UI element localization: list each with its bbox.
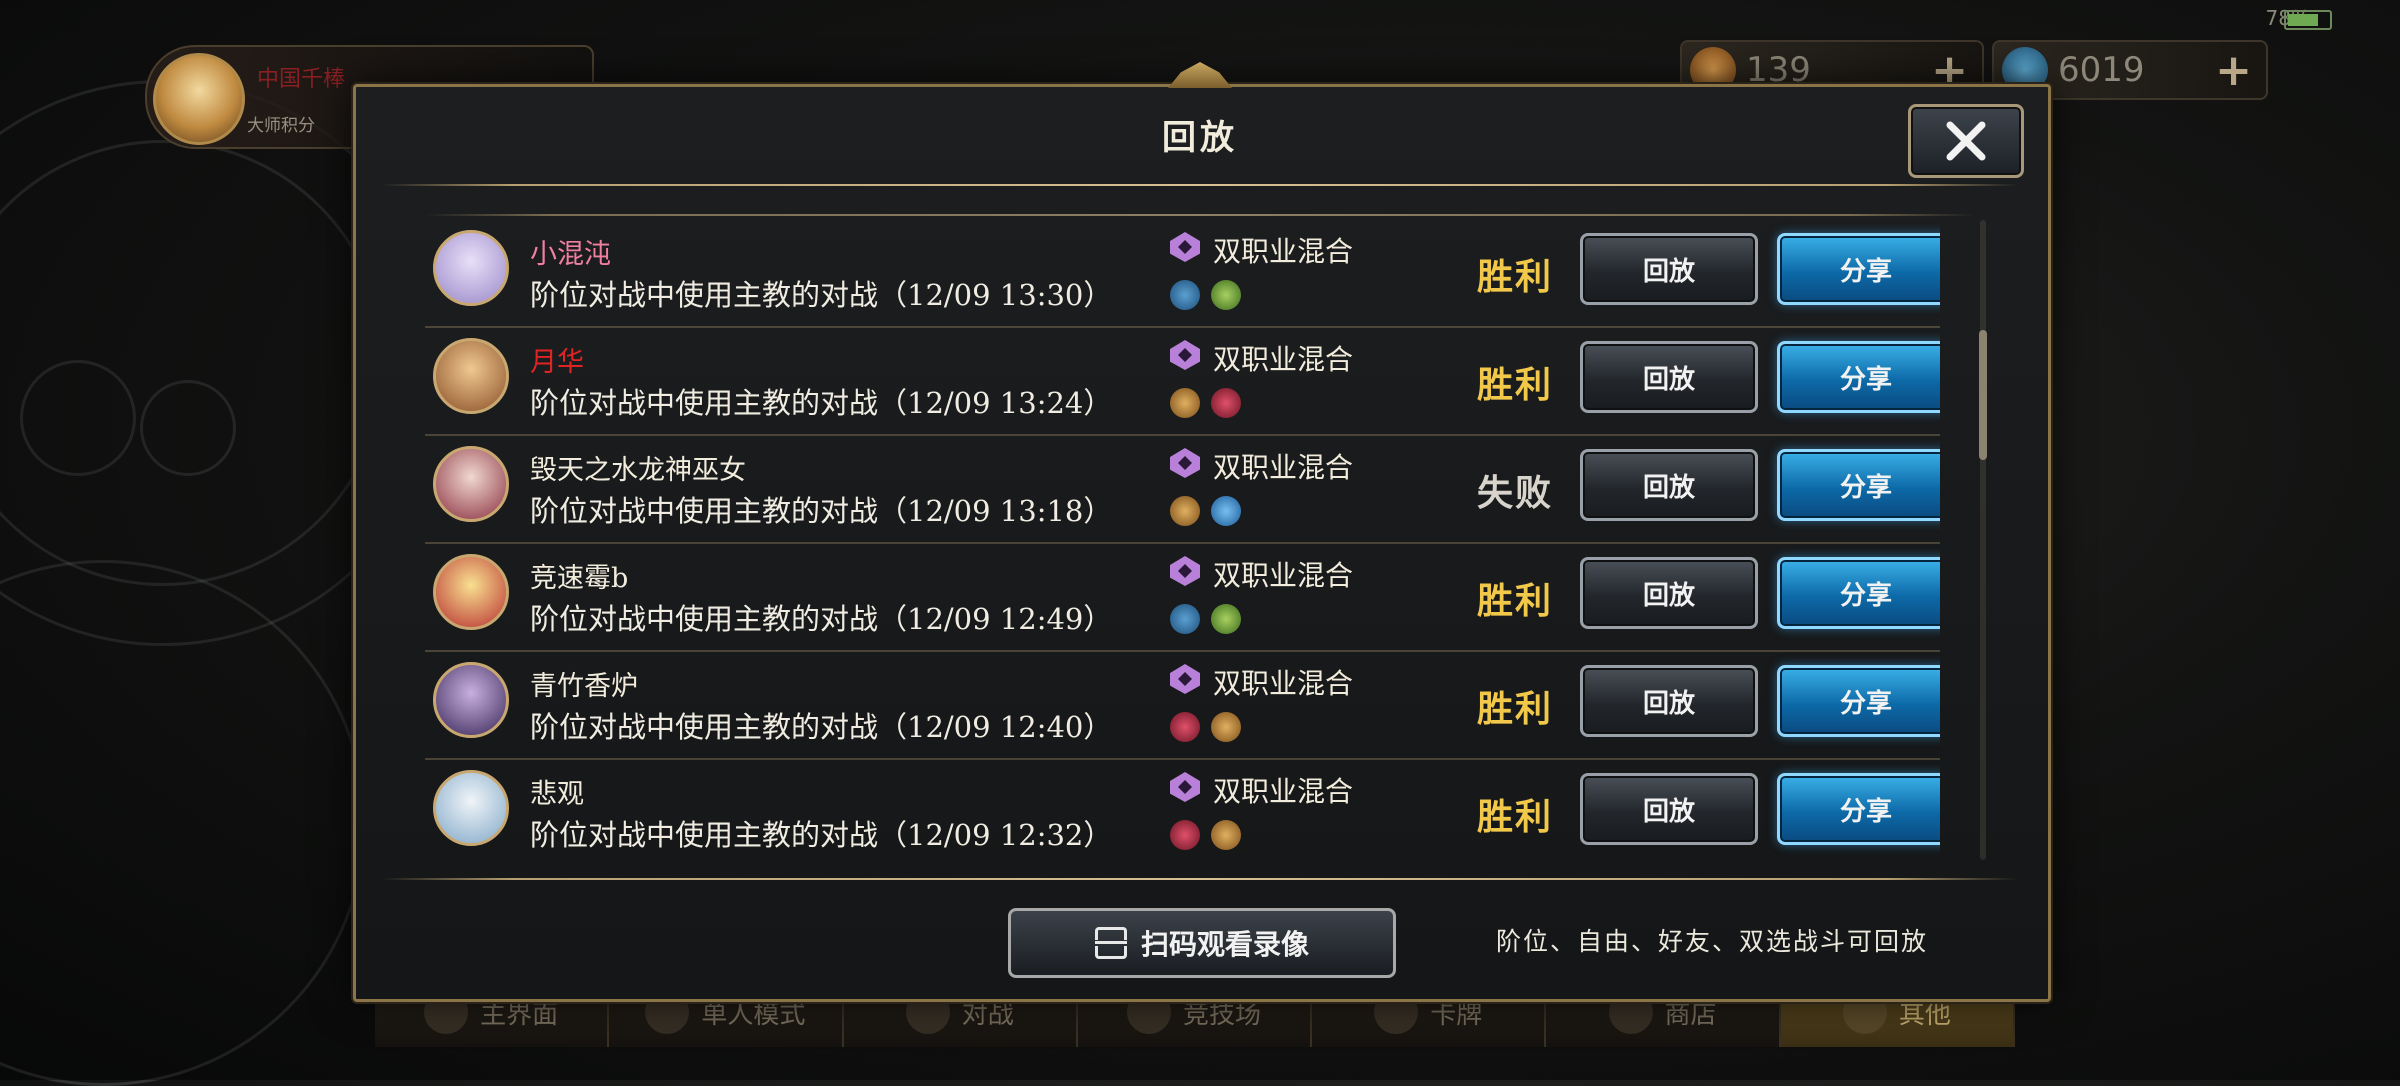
replay-button[interactable]: 回放 xyxy=(1580,233,1758,305)
haven-class-icon xyxy=(1211,496,1241,526)
battery-icon xyxy=(2284,10,2332,30)
share-button[interactable]: 分享 xyxy=(1777,341,1940,413)
scan-qr-replay-button[interactable]: 扫码观看录像 xyxy=(1008,908,1396,978)
sword-class-icon xyxy=(1211,820,1241,850)
match-mode: 双职业混合 xyxy=(1213,559,1354,592)
currency-value: 6019 xyxy=(2058,50,2145,90)
replay-button[interactable]: 回放 xyxy=(1580,665,1758,737)
mixed-mode-icon xyxy=(1170,232,1200,262)
rune-class-icon xyxy=(1170,280,1200,310)
replay-row: 小混沌 阶位对战中使用主教的对战（12/09 13:30） 双职业混合 胜利 回… xyxy=(425,220,1940,328)
sword-class-icon xyxy=(1211,712,1241,742)
dialog-title: 回放 xyxy=(1162,118,1238,158)
list-bottom-divider xyxy=(382,878,2018,880)
match-description: 阶位对战中使用主教的对战（12/09 12:49） xyxy=(530,602,1113,636)
replay-row: 毁天之水龙神巫女 阶位对战中使用主教的对战（12/09 13:18） 双职业混合… xyxy=(425,436,1940,544)
match-mode: 双职业混合 xyxy=(1213,451,1354,484)
scrollbar-track[interactable] xyxy=(1980,220,1986,860)
blood-class-icon xyxy=(1170,820,1200,850)
mixed-mode-icon xyxy=(1170,772,1200,802)
add-rupie-button[interactable]: + xyxy=(2215,45,2252,96)
forest-class-icon xyxy=(1211,280,1241,310)
mixed-mode-icon xyxy=(1170,340,1200,370)
opponent-avatar xyxy=(433,770,509,846)
replay-row: 青竹香炉 阶位对战中使用主教的对战（12/09 12:40） 双职业混合 胜利 … xyxy=(425,652,1940,760)
replay-availability-note: 阶位、自由、好友、双选战斗可回放 xyxy=(1496,927,1929,956)
sword-class-icon xyxy=(1170,388,1200,418)
match-mode: 双职业混合 xyxy=(1213,667,1354,700)
share-button[interactable]: 分享 xyxy=(1777,449,1940,521)
opponent-name: 青竹香炉 xyxy=(530,671,638,702)
opponent-avatar xyxy=(433,662,509,738)
opponent-name: 月华 xyxy=(530,347,584,378)
match-description: 阶位对战中使用主教的对战（12/09 12:32） xyxy=(530,818,1113,852)
opponent-avatar xyxy=(433,230,509,306)
rune-class-icon xyxy=(1170,604,1200,634)
match-mode: 双职业混合 xyxy=(1213,343,1354,376)
match-result: 胜利 xyxy=(1477,688,1554,730)
match-mode: 双职业混合 xyxy=(1213,775,1354,808)
share-button[interactable]: 分享 xyxy=(1777,773,1940,845)
share-button[interactable]: 分享 xyxy=(1777,233,1940,305)
opponent-name: 悲观 xyxy=(530,779,584,810)
replay-row: 月华 阶位对战中使用主教的对战（12/09 13:24） 双职业混合 胜利 回放… xyxy=(425,328,1940,436)
blood-class-icon xyxy=(1170,712,1200,742)
mixed-mode-icon xyxy=(1170,448,1200,478)
opponent-avatar xyxy=(433,446,509,522)
match-mode: 双职业混合 xyxy=(1213,235,1354,268)
replay-list: 小混沌 阶位对战中使用主教的对战（12/09 13:30） 双职业混合 胜利 回… xyxy=(425,220,1940,855)
match-description: 阶位对战中使用主教的对战（12/09 13:24） xyxy=(530,386,1113,420)
match-result: 胜利 xyxy=(1477,364,1554,406)
mixed-mode-icon xyxy=(1170,556,1200,586)
replay-row: 竞速霉b 阶位对战中使用主教的对战（12/09 12:49） 双职业混合 胜利 … xyxy=(425,544,1940,652)
share-button[interactable]: 分享 xyxy=(1777,557,1940,629)
opponent-name: 小混沌 xyxy=(530,239,611,270)
replay-row: 悲观 阶位对战中使用主教的对战（12/09 12:32） 双职业混合 胜利 回放… xyxy=(425,760,1940,855)
title-divider xyxy=(382,184,2018,186)
close-button[interactable] xyxy=(1908,104,2024,178)
replay-button[interactable]: 回放 xyxy=(1580,557,1758,629)
match-result: 失败 xyxy=(1477,472,1554,514)
mixed-mode-icon xyxy=(1170,664,1200,694)
share-button[interactable]: 分享 xyxy=(1777,665,1940,737)
opponent-name: 竞速霉b xyxy=(530,563,629,594)
match-description: 阶位对战中使用主教的对战（12/09 13:18） xyxy=(530,494,1113,528)
scrollbar-thumb[interactable] xyxy=(1979,330,1987,460)
match-result: 胜利 xyxy=(1477,256,1554,298)
match-description: 阶位对战中使用主教的对战（12/09 12:40） xyxy=(530,710,1113,744)
opponent-avatar xyxy=(433,338,509,414)
replay-button[interactable]: 回放 xyxy=(1580,773,1758,845)
match-result: 胜利 xyxy=(1477,796,1554,838)
match-description: 阶位对战中使用主教的对战（12/09 13:30） xyxy=(530,278,1113,312)
player-name: 中国千棒 xyxy=(257,67,346,92)
replay-button[interactable]: 回放 xyxy=(1580,449,1758,521)
scan-qr-icon xyxy=(1094,927,1127,959)
close-icon xyxy=(1946,121,1986,161)
sword-class-icon xyxy=(1170,496,1200,526)
scan-qr-label: 扫码观看录像 xyxy=(1140,928,1309,961)
opponent-avatar xyxy=(433,554,509,630)
forest-class-icon xyxy=(1211,604,1241,634)
opponent-name: 毁天之水龙神巫女 xyxy=(530,455,746,486)
match-result: 胜利 xyxy=(1477,580,1554,622)
replay-button[interactable]: 回放 xyxy=(1580,341,1758,413)
list-top-divider xyxy=(425,214,1975,216)
blood-class-icon xyxy=(1211,388,1241,418)
